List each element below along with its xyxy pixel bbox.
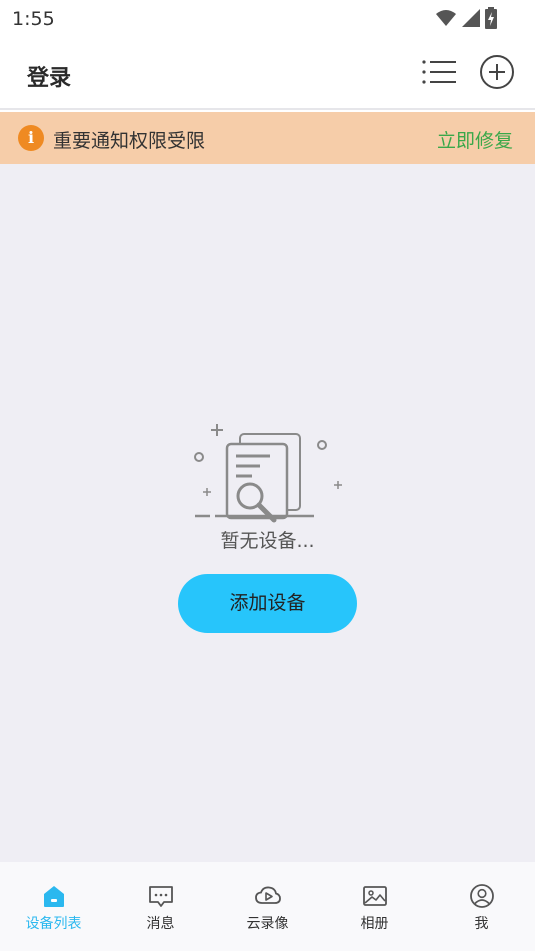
info-icon: i bbox=[18, 125, 44, 151]
profile-icon bbox=[469, 884, 494, 908]
tab-messages[interactable]: 消息 bbox=[107, 862, 214, 951]
device-list-area: 暂无设备... 添加设备 bbox=[0, 164, 535, 862]
bottom-tab-bar: 设备列表 消息 云录像 相册 我 bbox=[0, 862, 535, 951]
page-title[interactable]: 登录 bbox=[27, 60, 71, 92]
tab-label: 设备列表 bbox=[25, 916, 82, 932]
message-icon bbox=[148, 886, 173, 907]
notice-text: 重要通知权限受限 bbox=[53, 130, 206, 152]
status-time: 1:55 bbox=[12, 8, 55, 30]
tab-label: 我 bbox=[474, 916, 489, 932]
tab-profile[interactable]: 我 bbox=[428, 862, 535, 951]
signal-icon bbox=[462, 9, 480, 27]
list-menu-icon[interactable] bbox=[420, 56, 458, 88]
empty-devices-illustration-icon bbox=[194, 424, 342, 523]
fix-now-link[interactable]: 立即修复 bbox=[437, 126, 513, 153]
tab-album[interactable]: 相册 bbox=[321, 862, 428, 951]
add-circle-icon[interactable] bbox=[479, 54, 515, 90]
status-icons bbox=[435, 7, 497, 29]
add-device-button[interactable]: 添加设备 bbox=[178, 574, 357, 633]
battery-icon bbox=[485, 7, 497, 29]
empty-state-text: 暂无设备... bbox=[220, 530, 315, 552]
permission-notice-banner: i 重要通知权限受限 立即修复 bbox=[0, 112, 535, 164]
home-icon bbox=[43, 886, 64, 907]
wifi-icon bbox=[436, 10, 456, 26]
cloud-play-icon bbox=[254, 886, 281, 904]
tab-label: 消息 bbox=[146, 916, 175, 932]
tab-device-list[interactable]: 设备列表 bbox=[0, 862, 107, 951]
tab-cloud-recording[interactable]: 云录像 bbox=[214, 862, 321, 951]
tab-label: 相册 bbox=[360, 916, 389, 932]
app-header: 登录 bbox=[0, 36, 535, 110]
tab-label: 云录像 bbox=[246, 916, 289, 932]
photo-icon bbox=[362, 886, 387, 906]
status-bar: 1:55 bbox=[0, 0, 535, 36]
